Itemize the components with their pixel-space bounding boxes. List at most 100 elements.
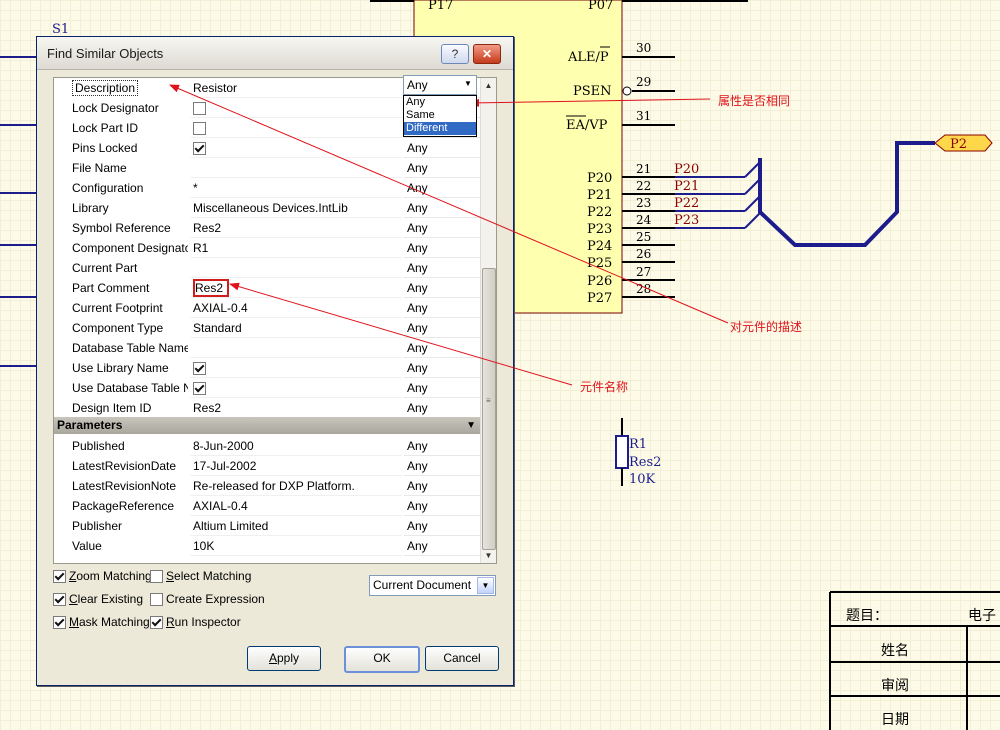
properties-grid[interactable]: Description Resistor Lock Designator Loc… [53,77,497,564]
match-cell[interactable]: Any [404,358,480,378]
match-dropdown[interactable]: Any ▼ [403,75,477,95]
match-cell[interactable]: Any [404,278,480,298]
table-row[interactable]: PackageReference AXIAL-0.4 Any [54,496,480,516]
parameter-value[interactable]: AXIAL-0.4 [190,496,402,516]
chevron-down-icon[interactable]: ▼ [477,577,494,594]
scroll-up-arrow-icon[interactable]: ▲ [481,78,496,93]
clear-existing-checkbox[interactable] [53,593,66,606]
match-cell[interactable]: Any [404,398,480,418]
match-option-different[interactable]: Different [404,122,476,135]
property-value[interactable]: Res2 [190,218,402,238]
create-expression-option[interactable]: Create Expression [150,590,265,608]
match-cell[interactable]: Any [404,198,480,218]
match-cell[interactable]: Any [404,516,480,536]
parameter-value[interactable]: Re-released for DXP Platform. [190,476,402,496]
clear-existing-option[interactable]: Clear Existing [53,590,143,608]
match-option-same[interactable]: Same [404,109,476,122]
table-row[interactable]: Publisher Altium Limited Any [54,516,480,536]
resistor-r1[interactable] [615,435,629,469]
table-row[interactable]: LatestRevisionDate 17-Jul-2002 Any [54,456,480,476]
match-cell[interactable]: Any [404,456,480,476]
close-button[interactable]: ✕ [473,44,501,64]
table-row[interactable]: Use Library Name Any [54,358,480,378]
parameter-value[interactable]: Altium Limited [190,516,402,536]
table-row[interactable]: Pins Locked Any [54,138,480,158]
property-value[interactable]: Resistor [190,78,402,98]
match-cell[interactable]: Any [404,536,480,556]
ok-button[interactable]: OK [344,646,420,673]
match-cell[interactable]: Any [404,318,480,338]
match-option-any[interactable]: Any [404,96,476,109]
table-row[interactable]: Current Footprint AXIAL-0.4 Any [54,298,480,318]
match-dropdown-list[interactable]: Any Same Different [403,95,477,137]
scroll-down-arrow-icon[interactable]: ▼ [481,548,496,563]
match-cell[interactable]: Any [404,378,480,398]
parameter-value[interactable]: 10K [190,536,402,556]
find-similar-objects-dialog[interactable]: Find Similar Objects ? ✕ Description Res… [36,36,514,686]
lock-designator-checkbox[interactable] [193,102,206,115]
match-cell[interactable]: Any [404,436,480,456]
match-cell[interactable]: Any [404,218,480,238]
create-expression-checkbox[interactable] [150,593,163,606]
property-value[interactable]: AXIAL-0.4 [190,298,402,318]
property-value[interactable]: Miscellaneous Devices.IntLib [190,198,402,218]
select-matching-option[interactable]: Select Matching [150,567,251,585]
table-row[interactable]: File Name Any [54,158,480,178]
match-cell[interactable]: Any [404,178,480,198]
table-row[interactable]: Current Part Any [54,258,480,278]
table-row[interactable]: Component Designator R1 Any [54,238,480,258]
pins-locked-checkbox[interactable] [193,142,206,155]
property-value[interactable]: Standard [190,318,402,338]
collapse-chevron-icon[interactable]: ▼ [466,417,476,434]
property-value[interactable]: * [190,178,402,198]
apply-button[interactable]: Apply [247,646,321,671]
match-cell[interactable]: Any [404,158,480,178]
scope-select[interactable]: Current Document ▼ [369,575,496,596]
help-button[interactable]: ? [441,44,469,64]
match-cell[interactable]: Any [404,338,480,358]
property-value[interactable] [190,338,402,358]
grid-scrollbar[interactable]: ▲ ≡ ▼ [480,78,496,563]
run-inspector-option[interactable]: Run Inspector [150,613,241,631]
match-cell[interactable]: Any [404,258,480,278]
use-database-table-name-checkbox[interactable] [193,382,206,395]
chevron-down-icon[interactable]: ▼ [461,77,475,91]
run-inspector-checkbox[interactable] [150,616,163,629]
table-row[interactable]: Configuration * Any [54,178,480,198]
dialog-titlebar[interactable]: Find Similar Objects ? ✕ [37,37,513,70]
match-cell[interactable]: Any [404,298,480,318]
lock-part-id-checkbox[interactable] [193,122,206,135]
parameter-value[interactable]: 8-Jun-2000 [190,436,402,456]
parameter-value[interactable]: 17-Jul-2002 [190,456,402,476]
part-comment-value[interactable]: Res2 [193,279,230,297]
match-cell[interactable]: Any [404,496,480,516]
table-row[interactable]: Symbol Reference Res2 Any [54,218,480,238]
bus-line[interactable] [758,141,935,247]
table-row[interactable]: Use Database Table Na Any [54,378,480,398]
match-cell[interactable]: Any [404,238,480,258]
use-library-name-checkbox[interactable] [193,362,206,375]
mask-matching-option[interactable]: Mask Matching [53,613,150,631]
table-row[interactable]: Database Table Name Any [54,338,480,358]
property-value[interactable] [190,258,402,278]
table-row[interactable]: Published 8-Jun-2000 Any [54,436,480,456]
match-cell[interactable]: Any [404,476,480,496]
property-value[interactable] [190,158,402,178]
match-cell[interactable]: Any [404,138,480,158]
property-value[interactable]: R1 [190,238,402,258]
cancel-button[interactable]: Cancel [425,646,499,671]
scroll-thumb[interactable]: ≡ [482,268,496,550]
title-block-review-label: 审阅 [881,678,909,694]
zoom-matching-option[interactable]: Zoom Matching [53,567,152,585]
table-row[interactable]: LatestRevisionNote Re-released for DXP P… [54,476,480,496]
table-row[interactable]: Part Comment Res2 Any [54,278,480,298]
table-row[interactable]: Library Miscellaneous Devices.IntLib Any [54,198,480,218]
parameters-section-header[interactable]: Parameters ▼ [54,417,480,434]
table-row[interactable]: Component Type Standard Any [54,318,480,338]
property-value[interactable]: Res2 [190,398,402,418]
select-matching-checkbox[interactable] [150,570,163,583]
table-row[interactable]: Value 10K Any [54,536,480,556]
mask-matching-checkbox[interactable] [53,616,66,629]
zoom-matching-checkbox[interactable] [53,570,66,583]
table-row[interactable]: Design Item ID Res2 Any [54,398,480,418]
